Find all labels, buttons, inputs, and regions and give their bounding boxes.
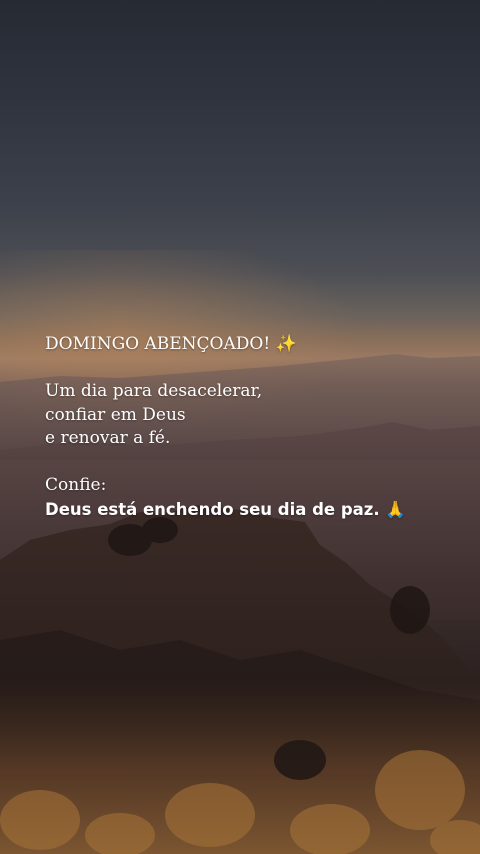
caption-body-line: confiar em Deus <box>45 404 186 425</box>
story-background: DOMINGO ABENÇOADO! ✨ Um dia para desacel… <box>0 0 480 854</box>
caption-body-line: Um dia para desacelerar, <box>45 381 263 401</box>
caption-title: DOMINGO ABENÇOADO! ✨ <box>45 334 297 354</box>
story-caption: DOMINGO ABENÇOADO! ✨ Um dia para desacel… <box>45 333 465 521</box>
caption-body-line: e renovar a fé. <box>45 428 171 448</box>
caption-closing-message: Deus está enchendo seu dia de paz. 🙏 <box>45 499 406 519</box>
caption-closing-label: Confie: <box>45 475 107 495</box>
